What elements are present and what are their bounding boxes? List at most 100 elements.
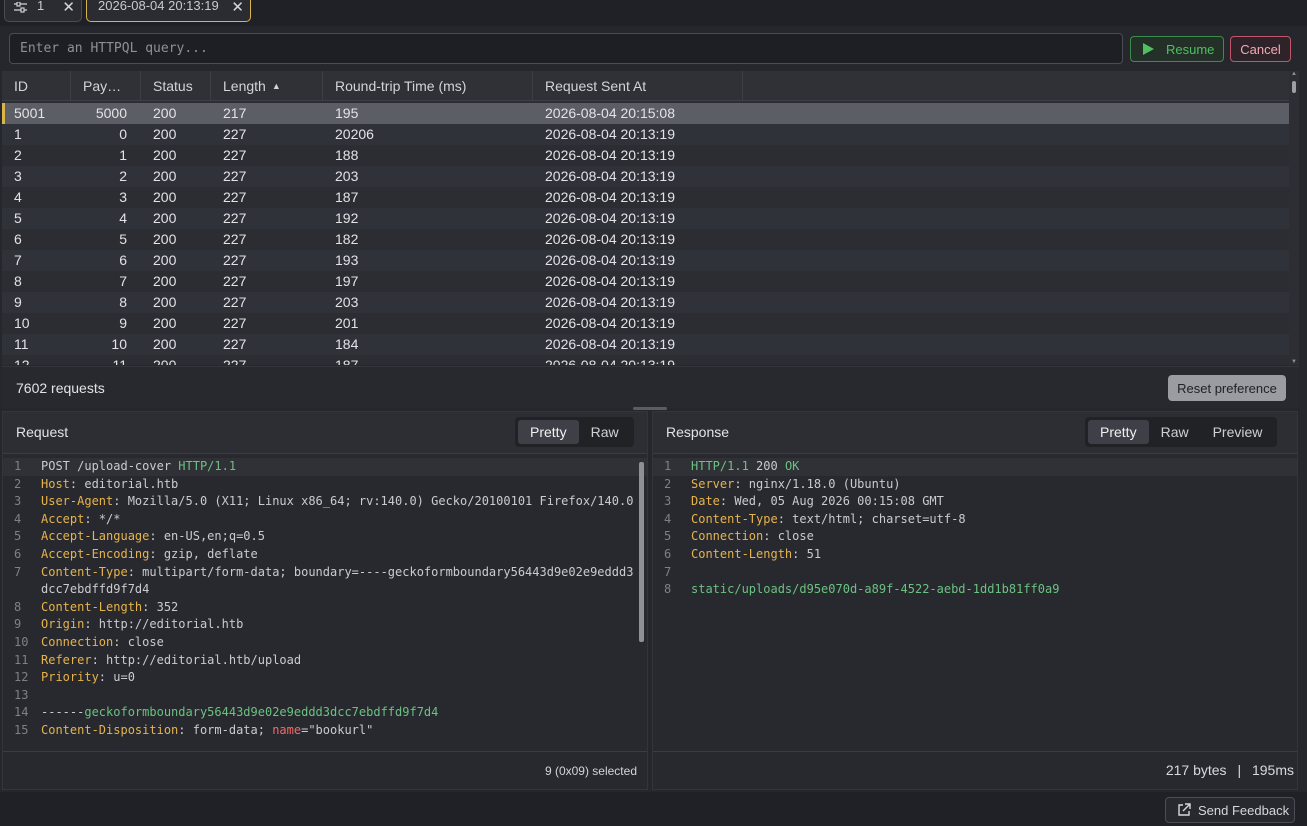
code-token: : u=0 (98, 670, 135, 685)
table-cell: 2 (119, 168, 127, 184)
response-pretty-tab[interactable]: Pretty (1088, 420, 1149, 444)
table-cell: 9 (119, 315, 127, 331)
code-token: Accept (41, 511, 85, 526)
table-row[interactable]: 7 6 200 227 193 2026-08-04 20:13:19 (2, 250, 1289, 271)
code-token: : 352 (142, 599, 179, 614)
table-cell: 187 (335, 189, 359, 205)
external-link-icon (1177, 803, 1191, 817)
response-preview-tab[interactable]: Preview (1201, 420, 1275, 444)
table-cell: 4 (14, 189, 22, 205)
table-row[interactable]: 10 9 200 227 201 2026-08-04 20:13:19 (2, 313, 1289, 334)
table-row[interactable]: 6 5 200 227 182 2026-08-04 20:13:19 (2, 229, 1289, 250)
tab-bar: 1 ✕ 2026-08-04 20:13:19 ✕ (0, 0, 1307, 26)
code-token: /upload-cover (77, 459, 179, 473)
table-cell: 3 (119, 189, 127, 205)
table-row[interactable]: 8 7 200 227 197 2026-08-04 20:13:19 (2, 271, 1289, 292)
request-scrollbar[interactable] (639, 458, 644, 753)
column-header[interactable]: Pay… (71, 71, 141, 101)
line-content: Accept: */* (41, 511, 647, 529)
resume-button[interactable]: Resume (1130, 36, 1224, 62)
column-header[interactable]: Request Sent At (533, 71, 743, 101)
table-cell: 227 (223, 357, 247, 365)
code-line: 12 Priority: u=0 (3, 669, 647, 687)
table-scrollbar[interactable]: ▲ ▼ (1289, 71, 1299, 365)
reset-preference-button[interactable]: Reset preference (1168, 375, 1286, 401)
pane-resize-handle[interactable] (633, 407, 667, 410)
table-cell: 200 (153, 315, 177, 331)
feedback-label: Send Feedback (1198, 802, 1290, 818)
table-row[interactable]: 12 11 200 227 187 2026-08-04 20:13:19 (2, 355, 1289, 365)
code-line: 3 User-Agent: Mozilla/5.0 (X11; Linux x86… (3, 493, 647, 511)
request-editor[interactable]: 1 POST /upload-cover HTTP/1.1 2 Host: edito… (3, 458, 647, 753)
code-line: 14 ------geckoformboundary56443d9e02e9edd… (3, 704, 647, 722)
table-cell: 200 (153, 168, 177, 184)
table-row[interactable]: 3 2 200 227 203 2026-08-04 20:13:19 (2, 166, 1289, 187)
table-cell: 200 (153, 147, 177, 163)
table-body: 5001 5000 200 217 195 2026-08-04 20:15:08 1 0 20… (2, 103, 1289, 365)
code-token: POST (41, 459, 78, 473)
tab-automate-1[interactable]: 1 ✕ (4, 0, 82, 22)
code-line: 8 Content-Length: 352 (3, 599, 647, 617)
table-cell: 182 (335, 231, 359, 247)
line-content: User-Agent: Mozilla/5.0 (X11; Linux x86_… (41, 493, 647, 511)
tab-label: 1 (37, 0, 45, 13)
line-content: Date: Wed, 05 Aug 2026 00:15:08 GMT (691, 493, 1297, 511)
table-header: ID Pay… Status Length ▲ Round-trip Time (ms) R… (2, 71, 1289, 101)
column-header[interactable]: Round-trip Time (ms) (323, 71, 533, 101)
close-icon[interactable]: ✕ (231, 0, 244, 16)
line-number: 9 (14, 617, 22, 632)
sort-ascending-icon: ▲ (271, 81, 281, 91)
code-line: 15 Content-Disposition: form-data; name="… (3, 722, 647, 740)
table-row[interactable]: 4 3 200 227 187 2026-08-04 20:13:19 (2, 187, 1289, 208)
code-line: 7 Content-Type: multipart/form-data; boun… (3, 564, 647, 599)
results-table: ID Pay… Status Length ▲ Round-trip Time (ms) R… (2, 71, 1299, 365)
table-cell: 2026-08-04 20:13:19 (545, 231, 675, 247)
code-token: OK (784, 459, 800, 473)
code-token: : Mozilla/5.0 (X11; Linux x86_64; rv:140… (113, 494, 634, 509)
table-cell: 5000 (95, 105, 127, 121)
table-cell: 227 (223, 210, 247, 226)
status-bar: 7602 requests Reset preference (2, 366, 1299, 408)
request-view-toggle: Pretty Raw (515, 417, 634, 447)
line-number: 2 (664, 476, 672, 491)
table-cell: 11 (112, 357, 127, 365)
code-token: Content-Type (41, 564, 128, 579)
column-header[interactable]: Length ▲ (211, 71, 323, 101)
response-raw-tab[interactable]: Raw (1149, 420, 1201, 444)
table-row[interactable]: 5001 5000 200 217 195 2026-08-04 20:15:08 (2, 103, 1289, 124)
close-icon[interactable]: ✕ (62, 0, 75, 16)
send-feedback-button[interactable]: Send Feedback (1165, 797, 1295, 823)
tab-results[interactable]: 2026-08-04 20:13:19 ✕ (86, 0, 251, 22)
response-view-toggle: Pretty Raw Preview (1085, 417, 1278, 447)
column-header-label: Length (223, 78, 266, 94)
response-pane: Response Pretty Raw Preview 1 HTTP/1.1 20… (652, 411, 1298, 790)
code-token: static/uploads/d95e070d-a89f-4522-aebd-1… (691, 582, 1060, 597)
table-row[interactable]: 9 8 200 227 203 2026-08-04 20:13:19 (2, 292, 1289, 313)
cancel-button[interactable]: Cancel (1230, 36, 1291, 62)
request-pretty-tab[interactable]: Pretty (518, 420, 579, 444)
table-cell: 7 (119, 273, 127, 289)
request-raw-tab[interactable]: Raw (579, 420, 631, 444)
column-header[interactable]: Status (141, 71, 211, 101)
request-count: 7602 requests (16, 380, 105, 396)
httpql-query-input[interactable] (9, 33, 1123, 64)
response-editor[interactable]: 1 HTTP/1.1 200 OK 2 Server: nginx/1.18.0 (U… (653, 458, 1297, 753)
code-token: : */* (84, 511, 121, 526)
table-cell: 200 (153, 189, 177, 205)
table-cell: 6 (119, 252, 127, 268)
table-row[interactable]: 5 4 200 227 192 2026-08-04 20:13:19 (2, 208, 1289, 229)
table-row[interactable]: 11 10 200 227 184 2026-08-04 20:13:19 (2, 334, 1289, 355)
resume-label: Resume (1166, 41, 1215, 57)
line-content: Connection: close (691, 528, 1297, 546)
table-row[interactable]: 2 1 200 227 188 2026-08-04 20:13:19 (2, 145, 1289, 166)
line-number: 8 (664, 582, 672, 597)
line-number: 6 (664, 546, 672, 561)
table-cell: 8 (119, 294, 127, 310)
table-cell: 11 (14, 336, 29, 352)
code-token: : gzip, deflate (149, 546, 258, 561)
code-token: : text/html; charset=utf-8 (777, 511, 966, 526)
line-content: static/uploads/d95e070d-a89f-4522-aebd-1… (691, 581, 1297, 599)
code-token: : close (763, 529, 814, 544)
table-row[interactable]: 1 0 200 227 20206 2026-08-04 20:13:19 (2, 124, 1289, 145)
column-header[interactable]: ID (2, 71, 71, 101)
